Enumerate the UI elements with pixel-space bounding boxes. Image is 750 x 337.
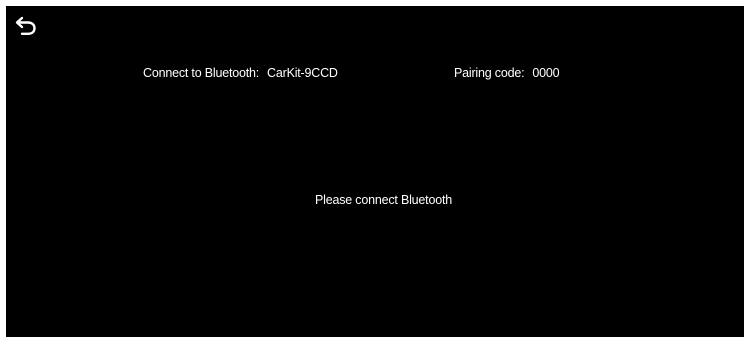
status-message: Please connect Bluetooth [315,193,452,207]
pairing-code-row: Pairing code: 0000 [454,66,560,80]
bluetooth-device-row: Connect to Bluetooth: CarKit-9CCD [143,66,338,80]
bluetooth-connect-screen: Connect to Bluetooth: CarKit-9CCD Pairing… [6,6,744,337]
pairing-code-value: 0000 [532,66,560,80]
pairing-code-label: Pairing code: [454,66,525,80]
back-arrow-icon [14,14,40,38]
back-button[interactable] [14,14,40,38]
bluetooth-label: Connect to Bluetooth: [143,66,260,80]
bluetooth-device-name: CarKit-9CCD [267,66,338,80]
